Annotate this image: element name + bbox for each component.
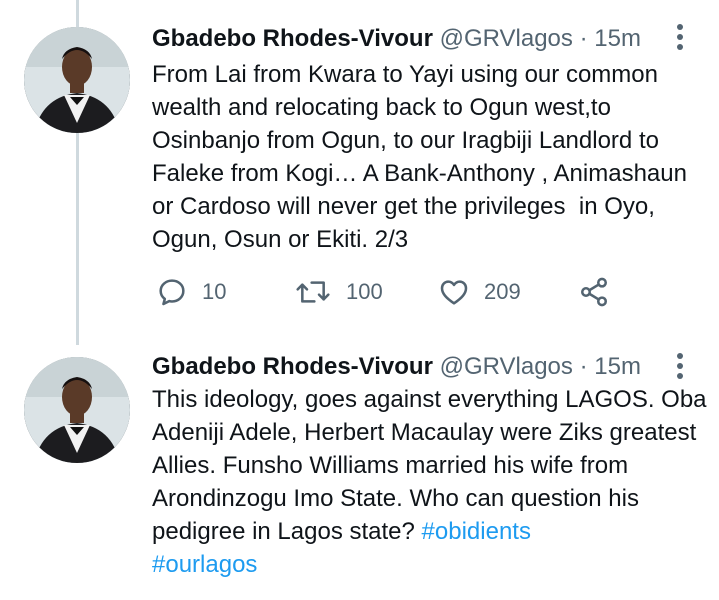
action-bar: 10 100 209 xyxy=(152,272,622,312)
reply-count: 10 xyxy=(202,279,227,304)
meta-separator: · xyxy=(579,353,588,380)
more-icon[interactable] xyxy=(670,21,690,55)
reply-button[interactable]: 10 xyxy=(156,272,226,312)
retweet-count: 100 xyxy=(346,279,383,304)
more-icon[interactable] xyxy=(670,350,690,384)
tweet-1[interactable]: Gbadebo Rhodes-Vivour @GRVlagos · 15m Fr… xyxy=(0,0,719,345)
author-handle[interactable]: @GRVlagos xyxy=(440,25,573,52)
share-button[interactable] xyxy=(578,272,610,312)
share-icon xyxy=(581,277,607,307)
tweet-text: This ideology, goes against everything L… xyxy=(152,383,712,581)
retweet-icon xyxy=(296,281,330,303)
like-button[interactable]: 209 xyxy=(438,272,521,312)
timestamp[interactable]: 15m xyxy=(594,25,641,52)
meta-separator: · xyxy=(579,25,588,52)
like-icon xyxy=(440,280,468,305)
avatar-image xyxy=(24,357,130,463)
hashtag-link[interactable]: #obidients xyxy=(422,518,531,545)
hashtag-link[interactable]: #ourlagos xyxy=(152,551,257,578)
tweet-2[interactable]: Gbadebo Rhodes-Vivour @GRVlagos · 15m Th… xyxy=(0,345,719,600)
avatar[interactable] xyxy=(24,27,130,133)
retweet-button[interactable]: 100 xyxy=(294,272,383,312)
author-name[interactable]: Gbadebo Rhodes-Vivour xyxy=(152,353,433,380)
reply-icon xyxy=(159,279,185,306)
timestamp[interactable]: 15m xyxy=(594,353,641,380)
author-name[interactable]: Gbadebo Rhodes-Vivour xyxy=(152,25,433,52)
avatar[interactable] xyxy=(24,357,130,463)
like-count: 209 xyxy=(484,279,521,304)
author-handle[interactable]: @GRVlagos xyxy=(440,353,573,380)
avatar-image xyxy=(24,27,130,133)
tweet-text: From Lai from Kwara to Yayi using our co… xyxy=(152,61,694,253)
